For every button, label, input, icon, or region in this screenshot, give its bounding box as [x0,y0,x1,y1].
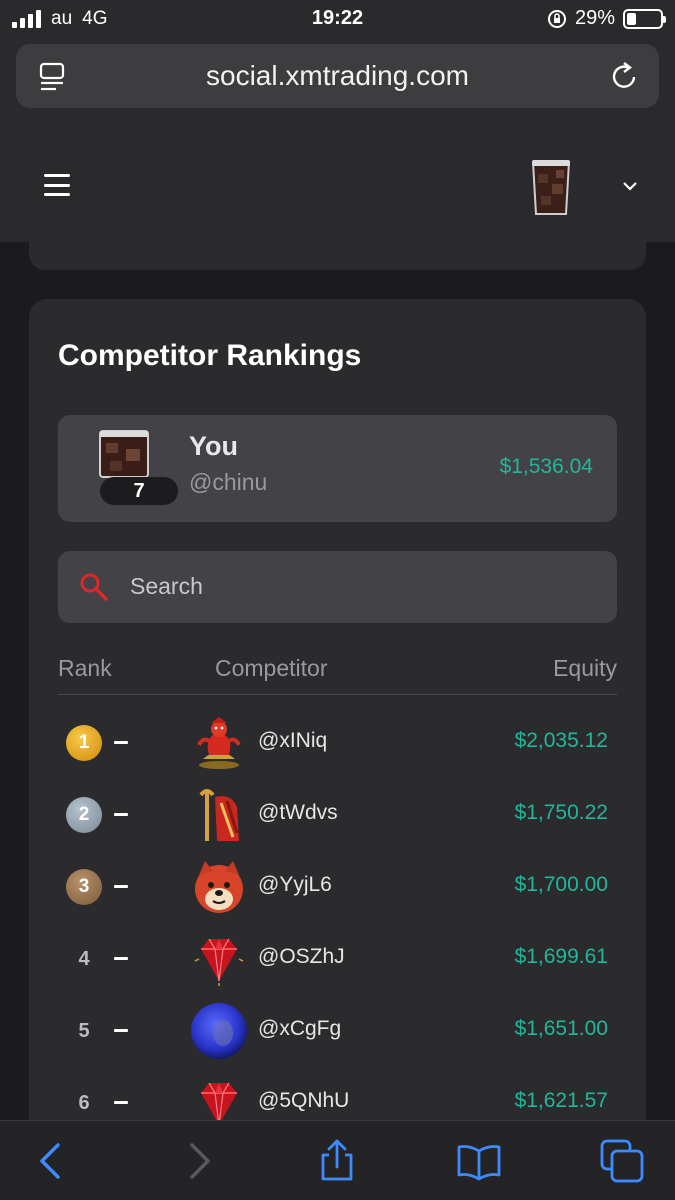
status-bar: au 4G 19:22 29% [0,0,675,38]
search-input[interactable]: Search [58,551,617,623]
rank-change [114,1101,128,1104]
competitor-handle: @OSZhJ [258,945,345,968]
tabs-icon[interactable] [600,1139,644,1183]
rank-change [114,1029,128,1032]
your-equity: $1,536.04 [499,455,593,478]
competitor-equity: $1,700.00 [514,873,608,896]
table-row[interactable]: 2 @tWdvs $1,750.22 [58,775,617,847]
table-row[interactable]: 5 @xCgFg $1,651.00 [58,991,617,1063]
battery-icon [623,8,666,29]
back-icon[interactable] [30,1139,74,1183]
competitor-equity: $1,699.61 [514,945,608,968]
your-handle: @chinu [189,469,268,495]
genie-avatar [197,717,241,769]
user-avatar[interactable] [528,156,574,216]
your-rank-badge: 7 [100,477,178,505]
chevron-down-icon[interactable] [620,176,640,196]
competitor-handle: @5QNhU [258,1089,350,1112]
competitor-equity: $1,651.00 [514,1017,608,1040]
share-icon[interactable] [315,1139,359,1183]
competitor-handle: @YyjL6 [258,873,332,896]
bookmarks-icon[interactable] [457,1139,501,1183]
table-row[interactable]: 1 @xINiq $2,035.12 [58,703,617,775]
reload-icon[interactable] [609,60,641,92]
bronze-medal-icon: 3 [66,869,102,905]
pharaoh-staff-avatar [199,789,239,841]
your-name: You [189,431,238,461]
rank-number: 6 [78,1092,90,1114]
card-title: Competitor Rankings [58,339,362,372]
competitor-equity: $1,750.22 [514,801,608,824]
gold-medal-icon: 1 [66,725,102,761]
table-row[interactable]: 4 @OSZhJ $1,699.61 [58,919,617,991]
url-text[interactable]: social.xmtrading.com [16,60,659,92]
status-right: 29% [547,7,666,30]
forward-icon[interactable] [176,1139,220,1183]
site-header [0,120,675,242]
your-rank-summary: 7 You @chinu $1,536.04 [58,415,617,522]
competitor-equity: $1,621.57 [514,1089,608,1112]
column-competitor: Competitor [215,655,328,681]
search-placeholder: Search [130,573,203,599]
table-row[interactable]: 3 @YyjL6 $1,700.00 [58,847,617,919]
shiba-dog-avatar [195,861,243,913]
column-rank: Rank [58,655,112,681]
address-bar[interactable]: social.xmtrading.com [16,44,659,108]
rank-change [114,813,128,816]
column-equity: Equity [553,655,617,681]
hamburger-icon[interactable] [44,174,70,196]
browser-chrome: social.xmtrading.com [0,38,675,120]
competitor-handle: @xCgFg [258,1017,342,1040]
search-icon [80,573,108,601]
silver-medal-icon: 2 [66,797,102,833]
rank-number: 5 [78,1020,90,1042]
browser-toolbar [0,1120,675,1200]
orientation-lock-icon [547,9,566,28]
competitor-handle: @tWdvs [258,801,338,824]
rank-change [114,957,128,960]
rankings-card: Competitor Rankings 7 You @chinu $1,536.… [29,299,646,1139]
table-header: Rank Competitor Equity [58,653,617,695]
iced-cola-avatar [99,430,149,478]
rank-number: 4 [78,948,90,970]
battery-percent: 29% [574,7,615,29]
competitor-handle: @xINiq [258,729,328,752]
previous-card [29,232,646,270]
competitor-equity: $2,035.12 [514,729,608,752]
rank-change [114,885,128,888]
blue-photo-avatar [191,1003,247,1059]
rank-change [114,741,128,744]
ruby-gem-avatar [194,938,244,986]
